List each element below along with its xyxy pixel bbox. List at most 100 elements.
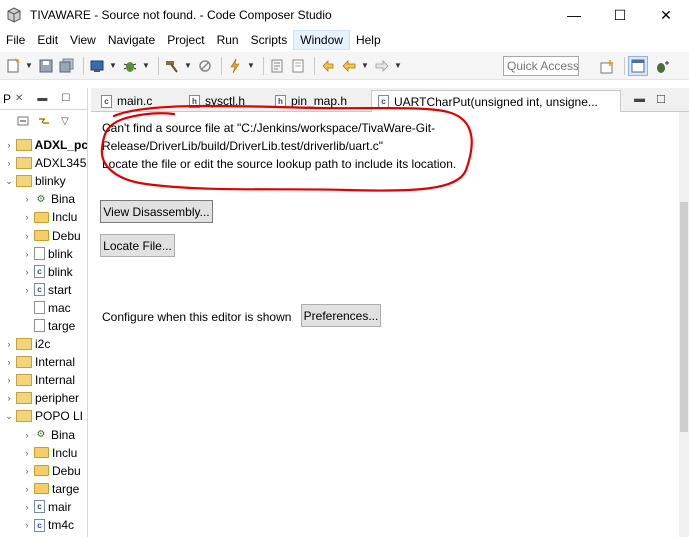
- collapsed-chevron-icon[interactable]: ›: [22, 231, 32, 241]
- preferences-button[interactable]: Preferences...: [301, 304, 381, 327]
- maximize-view-icon[interactable]: ☐: [61, 93, 70, 104]
- c-file-icon: c: [34, 265, 45, 279]
- close-window-button[interactable]: ✕: [643, 0, 689, 30]
- tree-item[interactable]: › c start: [0, 281, 87, 299]
- build-hammer-icon[interactable]: [163, 57, 181, 75]
- expanded-chevron-icon[interactable]: ⌄: [4, 411, 14, 422]
- tree-item[interactable]: › i2c: [0, 335, 87, 353]
- forward-arrow-icon[interactable]: [373, 57, 391, 75]
- skip-breakpoints-icon[interactable]: [196, 57, 214, 75]
- minimize-button[interactable]: —: [551, 0, 597, 30]
- target-config-icon[interactable]: [88, 57, 106, 75]
- build-dropdown-icon[interactable]: ▼: [184, 61, 192, 70]
- new-file-icon[interactable]: [4, 57, 22, 75]
- menu-file[interactable]: File: [0, 30, 31, 50]
- collapsed-chevron-icon[interactable]: ›: [22, 466, 32, 476]
- tree-item[interactable]: › ADXL345: [0, 154, 87, 172]
- debug-bug-icon[interactable]: [121, 57, 139, 75]
- tree-item[interactable]: › c mair: [0, 498, 87, 516]
- view-disassembly-button[interactable]: View Disassembly...: [100, 200, 213, 223]
- tree-item[interactable]: › Debu: [0, 462, 87, 480]
- expanded-chevron-icon[interactable]: ⌄: [4, 176, 14, 187]
- menu-view[interactable]: View: [64, 30, 102, 50]
- tab-uartcharput[interactable]: c UARTCharPut(unsigned int, unsigne...: [371, 90, 621, 112]
- collapsed-chevron-icon[interactable]: ›: [22, 285, 32, 295]
- tree-item[interactable]: › Debu: [0, 226, 87, 244]
- toolbar-separator: [624, 57, 625, 75]
- tab-main-c[interactable]: c main.c: [95, 90, 181, 112]
- debug-dropdown-icon[interactable]: ▼: [142, 61, 150, 70]
- editor-vertical-scrollbar[interactable]: [679, 112, 689, 537]
- collapsed-chevron-icon[interactable]: ›: [22, 212, 32, 222]
- collapsed-chevron-icon[interactable]: ›: [22, 448, 32, 458]
- tab-pin-map-h[interactable]: h pin_map.h: [269, 90, 369, 112]
- flash-icon[interactable]: [226, 57, 244, 75]
- menu-project[interactable]: Project: [161, 30, 210, 50]
- tree-item[interactable]: › Internal: [0, 353, 87, 371]
- collapsed-chevron-icon[interactable]: ›: [22, 267, 32, 277]
- target-dropdown-icon[interactable]: ▼: [109, 61, 117, 70]
- close-icon[interactable]: ✕: [15, 93, 23, 104]
- collapse-all-icon[interactable]: [14, 112, 32, 130]
- tree-item[interactable]: ⌄ blinky: [0, 172, 87, 190]
- menu-help[interactable]: Help: [350, 30, 387, 50]
- collapsed-chevron-icon[interactable]: ›: [4, 158, 14, 168]
- open-perspective-icon[interactable]: [598, 58, 616, 76]
- collapsed-chevron-icon[interactable]: ›: [4, 393, 14, 403]
- collapsed-chevron-icon[interactable]: ›: [4, 140, 14, 150]
- tree-item[interactable]: › c blink: [0, 263, 87, 281]
- menu-window[interactable]: Window: [293, 30, 350, 50]
- tree-item[interactable]: mac: [0, 299, 87, 317]
- maximize-view-icon[interactable]: ☐: [656, 93, 666, 106]
- tree-item[interactable]: › Inclu: [0, 208, 87, 226]
- collapsed-chevron-icon[interactable]: ›: [4, 339, 14, 349]
- quick-access-input[interactable]: [503, 56, 579, 76]
- menu-run[interactable]: Run: [211, 30, 245, 50]
- tree-item[interactable]: targe: [0, 317, 87, 335]
- menu-scripts[interactable]: Scripts: [245, 30, 294, 50]
- tree-item[interactable]: › c tm4c: [0, 516, 87, 534]
- minimize-view-icon[interactable]: ▬: [37, 93, 47, 104]
- new-dropdown-icon[interactable]: ▼: [25, 61, 33, 70]
- save-all-icon[interactable]: [58, 57, 76, 75]
- tree-item[interactable]: ⌄ POPO LI: [0, 407, 87, 425]
- collapsed-chevron-icon[interactable]: ›: [4, 375, 14, 385]
- tree-item[interactable]: › ⚙ Bina: [0, 190, 87, 208]
- collapsed-chevron-icon[interactable]: ›: [22, 520, 32, 530]
- tree-item[interactable]: › peripher: [0, 389, 87, 407]
- last-edit-icon[interactable]: [319, 57, 337, 75]
- menu-edit[interactable]: Edit: [31, 30, 64, 50]
- tree-item[interactable]: › Internal: [0, 371, 87, 389]
- ccs-debug-perspective-icon[interactable]: [653, 58, 671, 76]
- collapsed-chevron-icon[interactable]: ›: [22, 502, 32, 512]
- flash-dropdown-icon[interactable]: ▼: [247, 61, 255, 70]
- maximize-button[interactable]: ☐: [597, 0, 643, 30]
- collapsed-chevron-icon[interactable]: ›: [22, 194, 32, 204]
- forward-dropdown-icon[interactable]: ▼: [394, 61, 402, 70]
- tree-item[interactable]: › Inclu: [0, 444, 87, 462]
- minimize-view-icon[interactable]: ▬: [634, 93, 645, 105]
- toggle-block-icon[interactable]: [289, 57, 307, 75]
- back-arrow-icon[interactable]: [340, 57, 358, 75]
- menu-navigate[interactable]: Navigate: [102, 30, 161, 50]
- explorer-tab[interactable]: P: [3, 92, 11, 106]
- back-dropdown-icon[interactable]: ▼: [361, 61, 369, 70]
- collapsed-chevron-icon[interactable]: ›: [22, 484, 32, 494]
- folder-icon: [34, 483, 49, 495]
- locate-file-button[interactable]: Locate File...: [100, 234, 175, 257]
- collapsed-chevron-icon[interactable]: ›: [22, 249, 32, 259]
- tree-item[interactable]: › ADXL_pc: [0, 136, 87, 154]
- tree-item[interactable]: › targe: [0, 480, 87, 498]
- tree-item-label: Internal: [35, 355, 76, 370]
- ccs-edit-perspective-icon[interactable]: [628, 56, 648, 76]
- scrollbar-thumb[interactable]: [680, 202, 688, 432]
- tree-item[interactable]: › blink: [0, 245, 87, 263]
- collapsed-chevron-icon[interactable]: ›: [4, 357, 14, 367]
- save-icon[interactable]: [37, 57, 55, 75]
- link-with-editor-icon[interactable]: [35, 112, 53, 130]
- collapsed-chevron-icon[interactable]: ›: [22, 430, 32, 440]
- tab-sysctl-h[interactable]: h sysctl.h: [183, 90, 275, 112]
- view-menu-icon[interactable]: ▽: [56, 112, 74, 130]
- tree-item[interactable]: › ⚙ Bina: [0, 426, 87, 444]
- format-icon[interactable]: [268, 57, 286, 75]
